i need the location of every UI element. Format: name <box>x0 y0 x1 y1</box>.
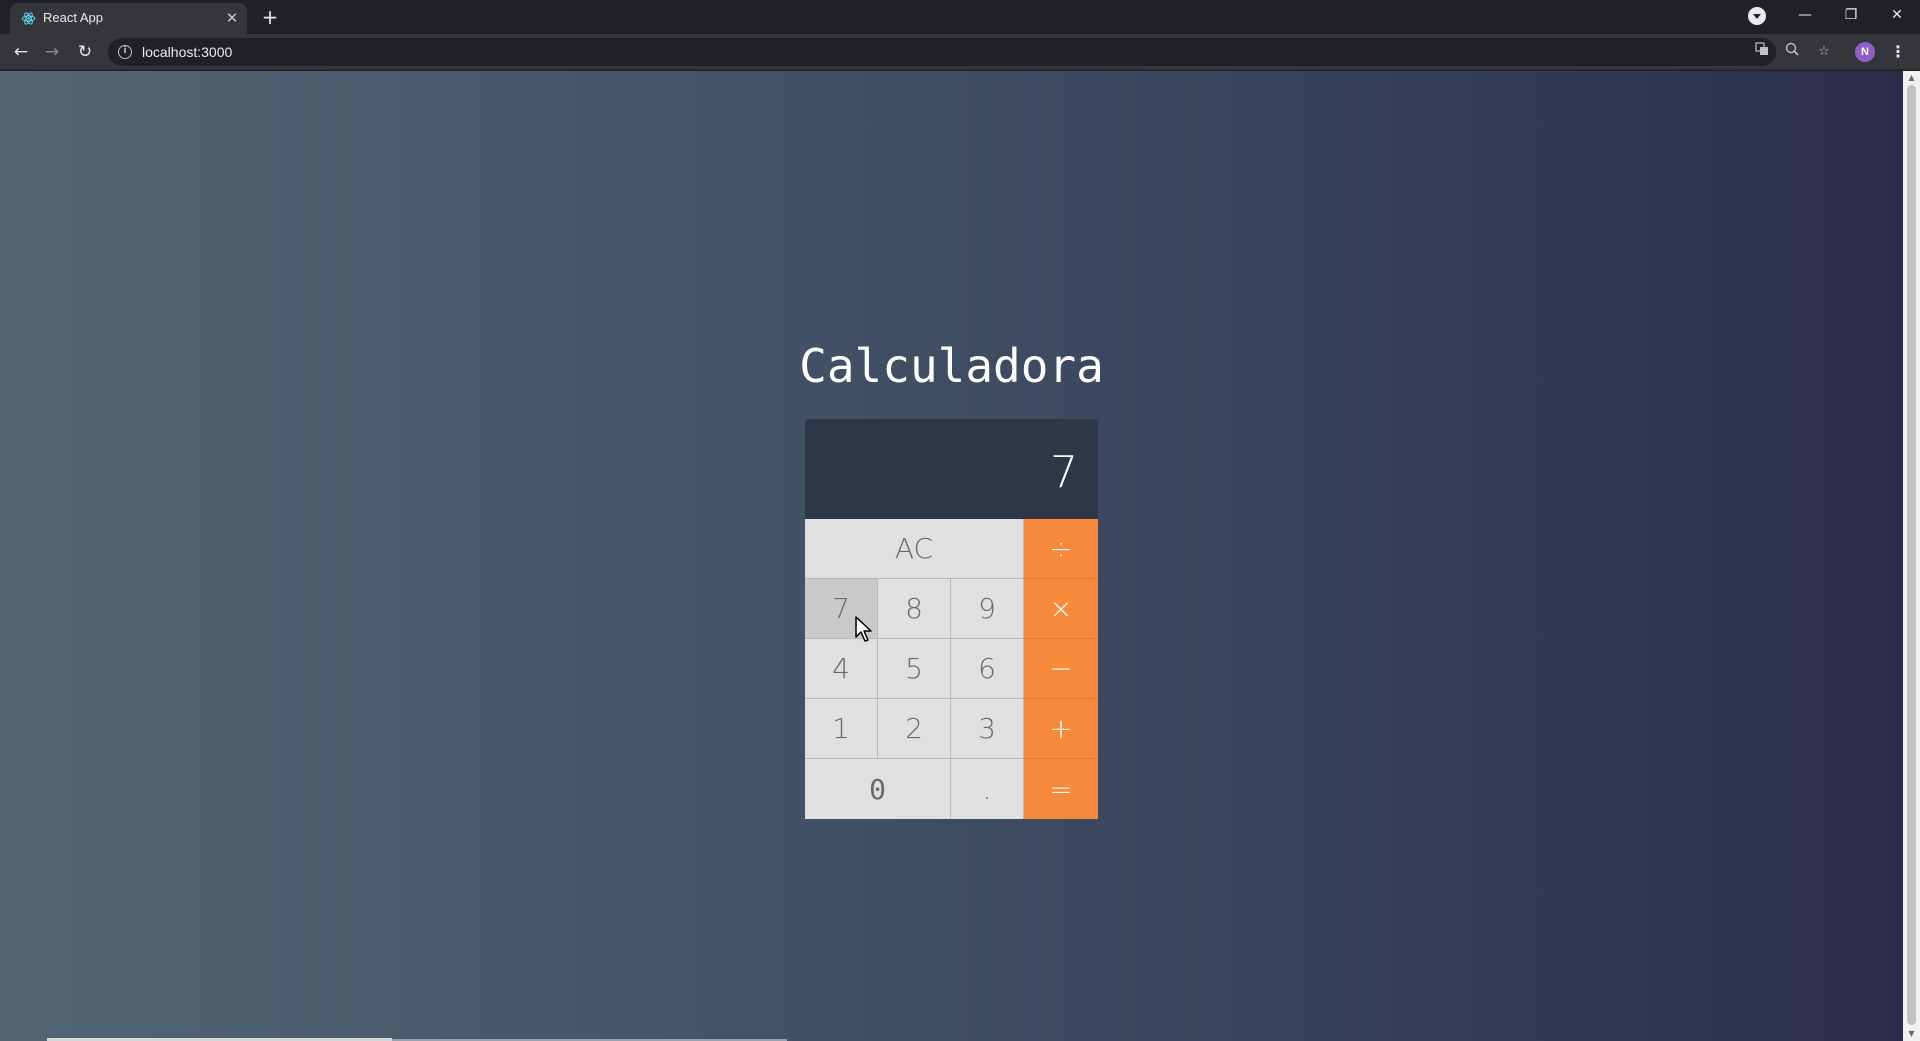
restore-button[interactable]: ❐ <box>1828 0 1874 30</box>
reload-button[interactable]: ↻ <box>73 40 97 64</box>
browser-tab[interactable]: React App ✕ <box>10 3 247 34</box>
page-viewport: Calculadora 7 AC ÷ 7 8 9 × 4 5 6 − 1 2 3… <box>0 71 1903 1041</box>
page-title: Calculadora <box>799 339 1104 393</box>
subtract-button[interactable]: − <box>1024 639 1098 699</box>
digit-8-button[interactable]: 8 <box>878 579 951 639</box>
vertical-scrollbar[interactable]: ▲ ▼ <box>1903 71 1920 1041</box>
browser-toolbar: ← → ↻ i localhost:3000 ☆ N ⋮ <box>0 34 1920 70</box>
digit-3-button[interactable]: 3 <box>951 699 1024 759</box>
forward-button[interactable]: → <box>40 40 64 64</box>
divide-button[interactable]: ÷ <box>1024 519 1098 579</box>
digit-6-button[interactable]: 6 <box>951 639 1024 699</box>
scroll-down-icon[interactable]: ▼ <box>1903 1027 1920 1041</box>
react-logo-icon <box>21 11 36 26</box>
decimal-point-button[interactable]: . <box>951 759 1024 819</box>
scrollbar-thumb[interactable] <box>1907 85 1916 1025</box>
equals-button[interactable]: = <box>1024 759 1098 819</box>
digit-0-button[interactable]: 0 <box>805 759 951 819</box>
address-bar[interactable]: i localhost:3000 ☆ <box>108 38 1830 66</box>
digit-2-button[interactable]: 2 <box>878 699 951 759</box>
calculator-keypad: AC ÷ 7 8 9 × 4 5 6 − 1 2 3 + 0 . = <box>805 519 1098 819</box>
digit-5-button[interactable]: 5 <box>878 639 951 699</box>
all-clear-button[interactable]: AC <box>805 519 1024 579</box>
url-text[interactable]: localhost:3000 <box>142 44 232 60</box>
browser-menu-icon[interactable]: ⋮ <box>1888 40 1908 64</box>
digit-1-button[interactable]: 1 <box>805 699 878 759</box>
digit-4-button[interactable]: 4 <box>805 639 878 699</box>
tab-search-icon[interactable] <box>1748 7 1766 25</box>
digit-9-button[interactable]: 9 <box>951 579 1024 639</box>
translate-icon[interactable] <box>1752 42 1772 62</box>
tab-title: React App <box>43 10 103 25</box>
site-info-icon[interactable]: i <box>118 45 132 59</box>
star-icon[interactable]: ☆ <box>1814 42 1834 62</box>
multiply-button[interactable]: × <box>1024 579 1098 639</box>
back-button[interactable]: ← <box>9 40 33 64</box>
calculator-display: 7 <box>805 419 1098 519</box>
minimize-button[interactable]: — <box>1782 0 1828 30</box>
mouse-pointer-icon <box>855 616 872 642</box>
close-window-button[interactable]: ✕ <box>1874 0 1920 30</box>
add-button[interactable]: + <box>1024 699 1098 759</box>
zoom-icon[interactable] <box>1782 42 1802 62</box>
scroll-up-icon[interactable]: ▲ <box>1903 71 1920 85</box>
tab-strip: React App ✕ + — ❐ ✕ <box>0 0 1920 34</box>
new-tab-button[interactable]: + <box>258 5 282 29</box>
profile-avatar[interactable]: N <box>1855 42 1875 62</box>
calculator: 7 AC ÷ 7 8 9 × 4 5 6 − 1 2 3 + 0 . = <box>805 419 1098 819</box>
tab-close-icon[interactable]: ✕ <box>223 9 241 27</box>
